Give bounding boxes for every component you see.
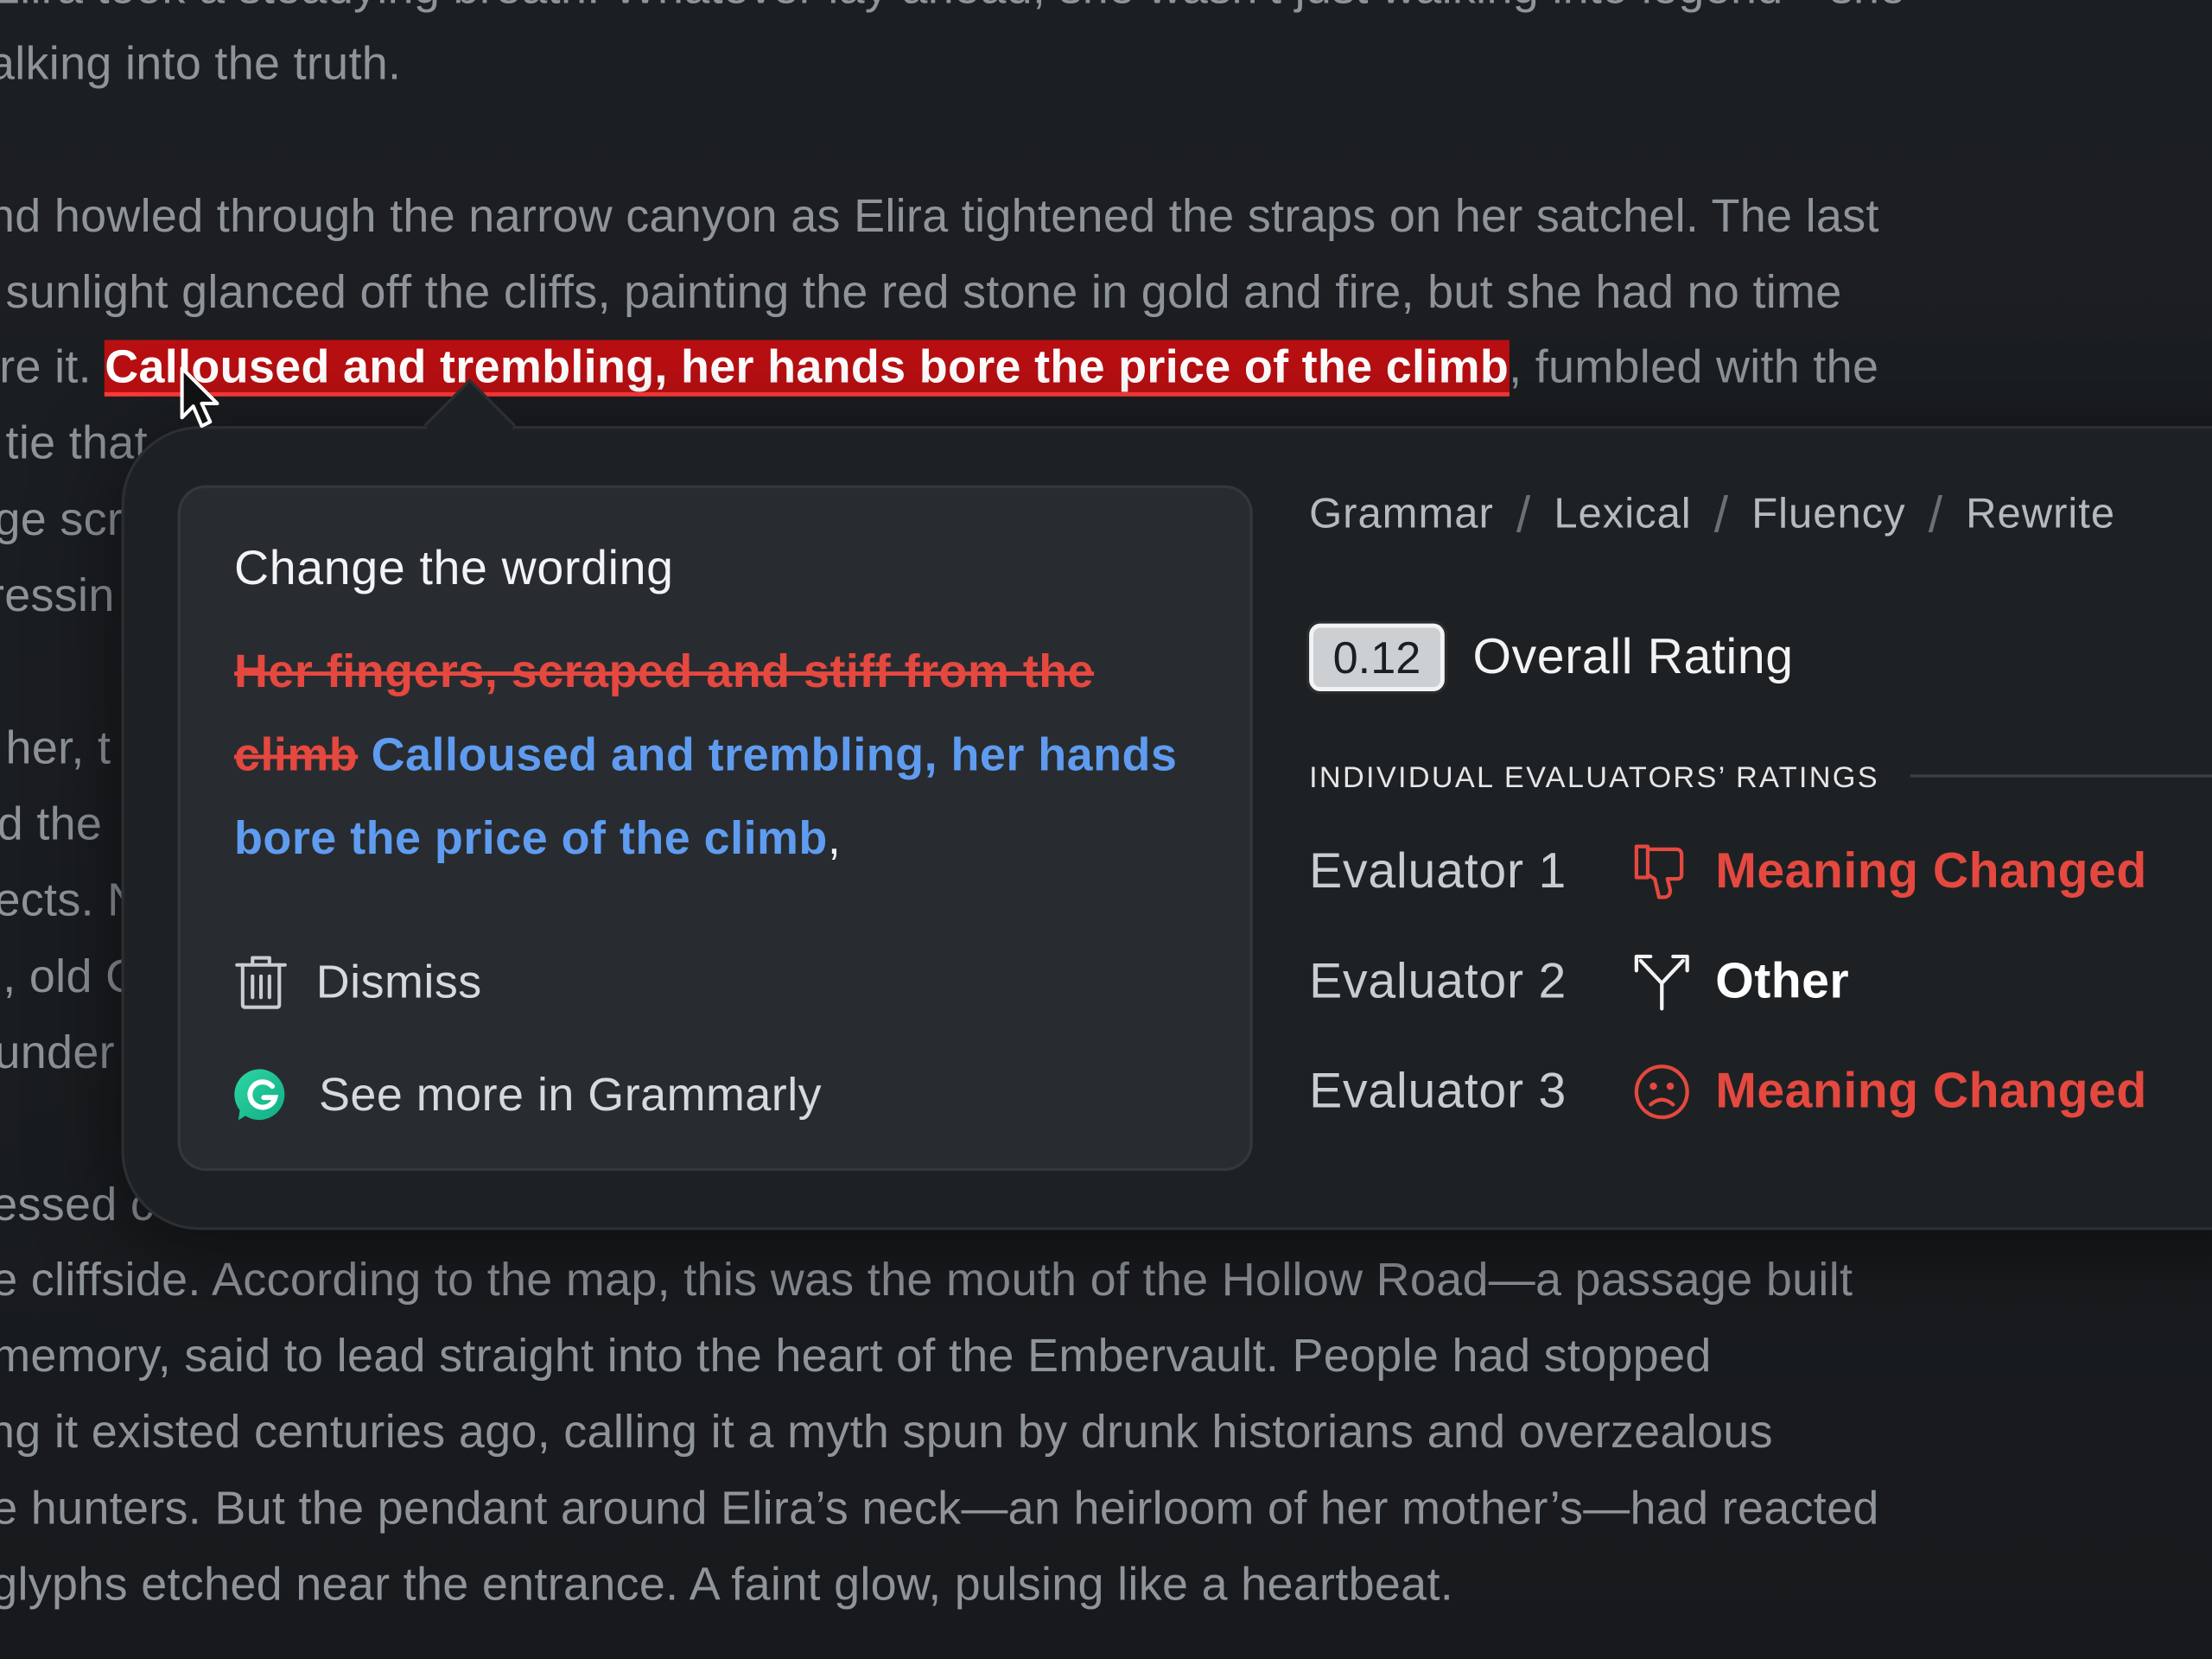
document-line: e hunters. But the pendant around Elira’… — [0, 1481, 1879, 1534]
evaluators-heading: INDIVIDUAL EVALUATORS’ RATINGS — [1309, 761, 1879, 795]
document-line: tie that — [5, 416, 148, 469]
evaluator-name: Evaluator 1 — [1309, 843, 1567, 899]
evaluator-row: Evaluator 3 Meaning Changed — [1309, 1061, 2147, 1123]
tab-separator: / — [1516, 485, 1532, 543]
evaluator-verdict: Meaning Changed — [1715, 843, 2147, 899]
tab-grammar[interactable]: Grammar — [1309, 491, 1494, 539]
grammarly-link-label: See more in Grammarly — [318, 1067, 823, 1121]
document-line: nd howled through the narrow canyon as E… — [0, 188, 1879, 242]
evaluator-verdict: Meaning Changed — [1715, 1064, 2147, 1119]
tab-separator: / — [1928, 485, 1944, 543]
split-arrows-icon — [1630, 950, 1693, 1013]
highlighted-suggestion[interactable]: Calloused and trembling, her hands bore … — [105, 340, 1510, 397]
tab-rewrite[interactable]: Rewrite — [1966, 491, 2115, 539]
document-line: her, t — [5, 721, 111, 773]
editor-canvas: Elira took a steadying breath. Whatever … — [0, 0, 2212, 1659]
document-text: ire it. — [0, 340, 105, 392]
document-line: ng it existed centuries ago, calling it … — [0, 1405, 1773, 1458]
overall-rating: 0.12 Overall Rating — [1309, 623, 1794, 691]
document-line-highlighted: ire it. Calloused and trembling, her han… — [0, 340, 1879, 397]
evaluator-verdict: Other — [1715, 953, 1850, 1009]
document-line: , old C — [3, 949, 140, 1002]
thumbs-down-icon — [1630, 841, 1693, 903]
evaluator-row: Evaluator 1 Meaning Changed — [1309, 841, 2147, 903]
evaluator-row: Evaluator 2 Other — [1309, 950, 1849, 1013]
evaluator-name: Evaluator 3 — [1309, 1064, 1567, 1119]
document-line: d the — [0, 797, 103, 849]
document-line: ressin — [0, 568, 115, 621]
sad-face-icon — [1630, 1061, 1693, 1123]
document-line: glyphs etched near the entrance. A faint… — [0, 1557, 1454, 1610]
dismiss-button[interactable]: Dismiss — [234, 954, 482, 1010]
document-line: memory, said to lead straight into the h… — [0, 1328, 1712, 1382]
suggestion-card: Change the wording Her fingers, scraped … — [177, 485, 1253, 1172]
overall-rating-label: Overall Rating — [1472, 629, 1794, 684]
tab-separator: / — [1713, 485, 1730, 543]
document-line: e cliffside. According to the map, this … — [0, 1252, 1853, 1306]
trash-icon — [235, 956, 287, 1009]
mouse-cursor-icon — [180, 366, 219, 429]
see-more-grammarly-link[interactable]: See more in Grammarly — [234, 1066, 822, 1122]
inserted-text[interactable]: Calloused and trembling, her hands bore … — [234, 728, 1177, 863]
document-line: sunlight glanced off the cliffs, paintin… — [5, 264, 1842, 318]
document-text: , fumbled with the — [1509, 340, 1879, 392]
category-tabs: Grammar / Lexical / Fluency / Rewrite — [1309, 486, 2115, 545]
document-line: ects. N — [0, 873, 142, 926]
document-line: under — [0, 1025, 115, 1078]
card-title: Change the wording — [234, 541, 674, 595]
document-line: ge scr — [0, 492, 124, 545]
divider — [1910, 774, 2212, 778]
suggestion-diff: Her fingers, scraped and stiff from the … — [234, 629, 1208, 879]
grammarly-logo-icon — [234, 1069, 285, 1121]
evaluator-name: Evaluator 2 — [1309, 953, 1567, 1009]
dismiss-label: Dismiss — [315, 955, 482, 1007]
overall-score-badge: 0.12 — [1309, 623, 1445, 691]
tab-lexical[interactable]: Lexical — [1554, 491, 1691, 539]
tab-fluency[interactable]: Fluency — [1751, 491, 1905, 539]
trailing-punctuation: , — [827, 810, 842, 864]
document-line: alking into the truth. — [0, 36, 402, 89]
document-line: Elira took a steadying breath. Whatever … — [0, 0, 1906, 14]
